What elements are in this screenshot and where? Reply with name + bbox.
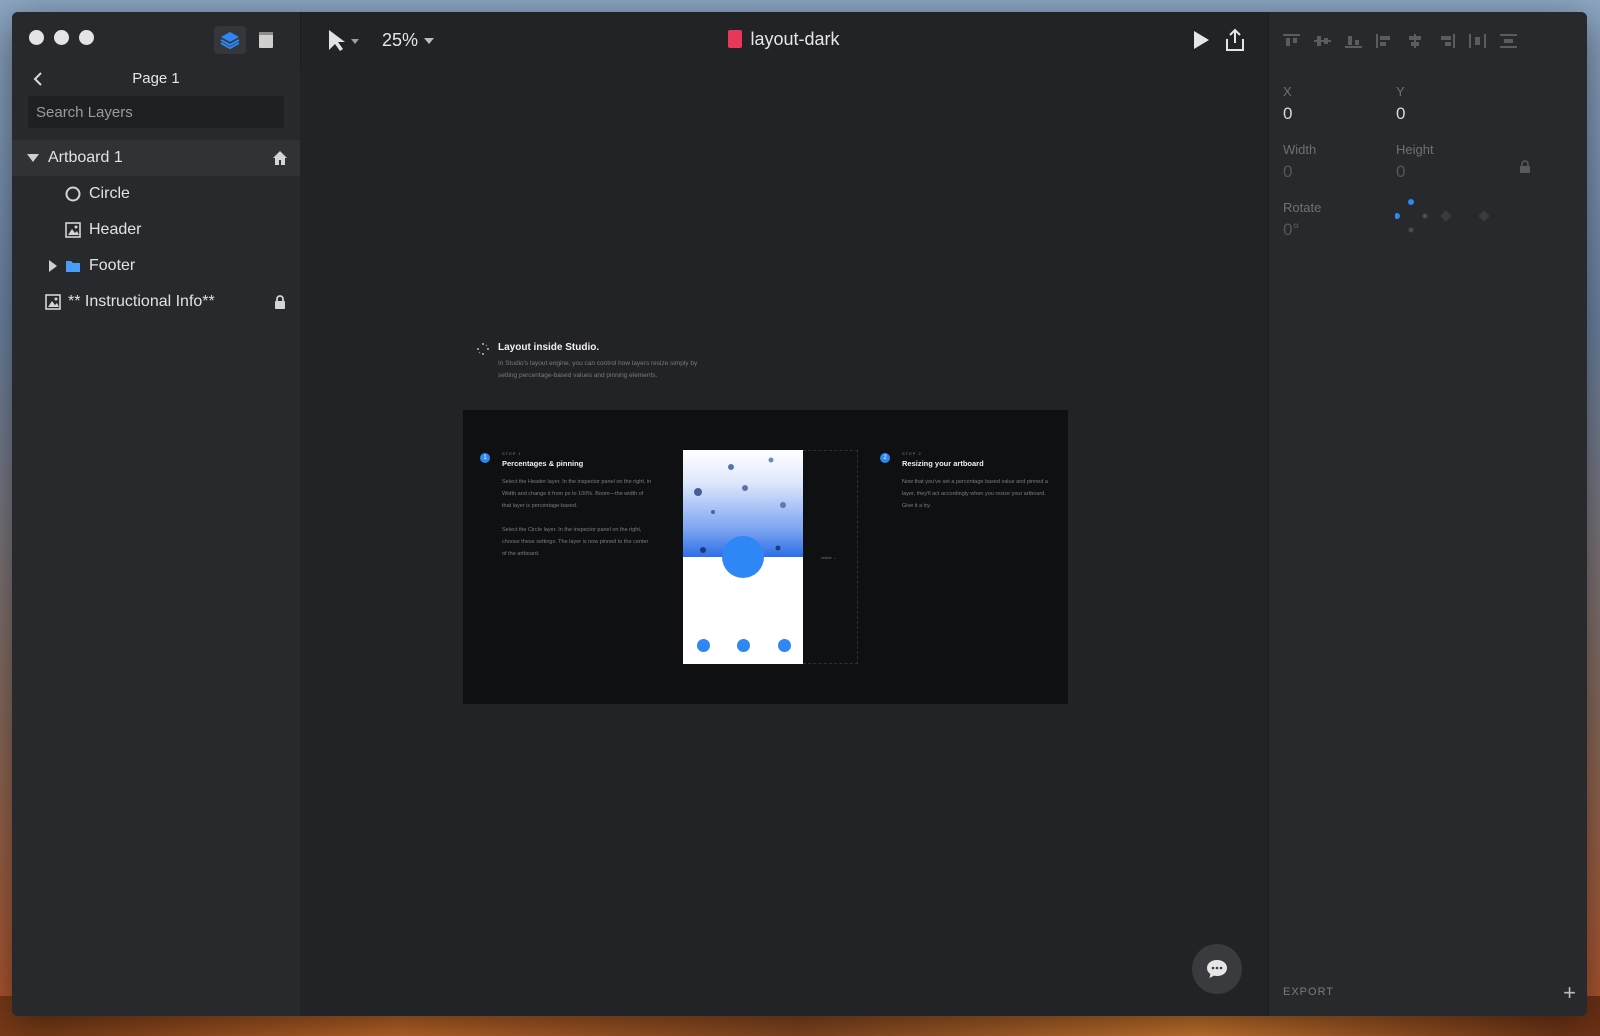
step-body: Select the Header layer. In the inspecto… [502, 479, 652, 509]
layer-footer[interactable]: Footer [12, 248, 300, 284]
chat-icon [1207, 960, 1227, 978]
lock-icon[interactable] [272, 294, 288, 310]
align-middle-icon[interactable] [1314, 34, 1331, 48]
footer-dot [778, 639, 791, 652]
share-icon[interactable] [1224, 28, 1246, 52]
document-title-text: layout-dark [750, 29, 840, 49]
layers-icon [220, 32, 240, 49]
layer-list: Artboard 1 Circle Header Footer ** Instr… [12, 140, 300, 320]
inspector-panel: X 0 Y 0 Width 0 Height 0 Rotate 0° EXPOR… [1268, 12, 1587, 1016]
circle-icon [65, 186, 81, 202]
panel-tabs [214, 26, 282, 54]
layer-circle[interactable]: Circle [12, 176, 300, 212]
artboard-preview [683, 450, 803, 664]
page-title: Page 1 [132, 70, 180, 87]
y-field[interactable]: 0 [1396, 104, 1405, 124]
add-export-button[interactable]: + [1563, 982, 1576, 1004]
layers-panel: Page 1 Artboard 1 Circle [12, 12, 301, 1016]
document-icon [728, 30, 743, 48]
align-center-icon[interactable] [1407, 34, 1424, 48]
height-field[interactable]: 0 [1396, 162, 1405, 182]
image-icon [45, 294, 61, 310]
resize-guide: resize → [803, 450, 858, 664]
triangle-down-icon[interactable] [27, 154, 39, 162]
layer-instructional-info[interactable]: ** Instructional Info** [12, 284, 300, 320]
layer-artboard-1[interactable]: Artboard 1 [12, 140, 300, 176]
search-layers-input[interactable] [28, 96, 284, 128]
layer-label: Circle [89, 185, 130, 202]
image-icon [65, 222, 81, 238]
folder-icon [66, 261, 80, 272]
step-kicker: STEP 2 [902, 451, 922, 456]
artboard[interactable]: 1 STEP 1 Percentages & pinning Select th… [463, 410, 1068, 704]
intro-title: Layout inside Studio. [498, 342, 600, 353]
triangle-right-icon[interactable] [49, 260, 57, 272]
layer-label: Footer [89, 257, 136, 274]
rotate-label: Rotate [1283, 200, 1322, 215]
pinning-control[interactable] [1395, 198, 1495, 238]
footer-dot [737, 639, 750, 652]
circle-shape [722, 536, 764, 578]
layer-header[interactable]: Header [12, 212, 300, 248]
align-right-icon[interactable] [1438, 34, 1455, 48]
resize-label: resize → [821, 555, 837, 560]
align-bottom-icon[interactable] [1345, 34, 1362, 48]
spinner-icon [477, 343, 489, 355]
x-field[interactable]: 0 [1283, 104, 1292, 124]
step-body: Select the Circle layer. In the inspecto… [502, 527, 649, 557]
step-body: Now that you've set a percentage based v… [902, 479, 1048, 509]
width-field[interactable]: 0 [1283, 162, 1292, 182]
rotate-field[interactable]: 0° [1283, 220, 1299, 240]
footer-dot [697, 639, 710, 652]
layer-label: Header [89, 221, 142, 238]
intro-body: In Studio's layout engine, you can contr… [498, 360, 698, 379]
step-kicker: STEP 1 [502, 451, 522, 456]
document-title: layout-dark [300, 29, 1268, 50]
y-label: Y [1396, 84, 1405, 99]
toolbar: 25% layout-dark [300, 12, 1268, 68]
align-left-icon[interactable] [1376, 34, 1393, 48]
tab-document[interactable] [250, 26, 282, 54]
step-title: Percentages & pinning [502, 459, 584, 468]
height-label: Height [1396, 142, 1434, 157]
home-icon[interactable] [272, 150, 288, 166]
tab-layers[interactable] [214, 26, 246, 54]
step-number: 1 [480, 453, 490, 463]
distribute-horizontal-icon[interactable] [1469, 34, 1486, 48]
align-top-icon[interactable] [1283, 34, 1300, 48]
x-label: X [1283, 84, 1292, 99]
app-window: Page 1 Artboard 1 Circle [12, 12, 1587, 1016]
canvas[interactable]: Layout inside Studio. In Studio's layout… [300, 68, 1268, 1016]
maximize-window-button[interactable] [79, 30, 94, 45]
distribute-vertical-icon[interactable] [1500, 34, 1517, 48]
step-number: 2 [880, 453, 890, 463]
page-header: Page 1 [12, 66, 300, 92]
minimize-window-button[interactable] [54, 30, 69, 45]
step-title: Resizing your artboard [902, 459, 984, 468]
layer-label: ** Instructional Info** [68, 293, 215, 310]
close-window-button[interactable] [29, 30, 44, 45]
document-icon [259, 32, 273, 48]
window-controls [29, 30, 94, 45]
lock-ratio-icon[interactable] [1519, 160, 1531, 174]
export-label: EXPORT [1283, 986, 1335, 998]
layer-label: Artboard 1 [48, 149, 123, 166]
chat-button[interactable] [1192, 944, 1242, 994]
play-icon[interactable] [1192, 30, 1210, 50]
alignment-toolbar [1283, 34, 1517, 48]
width-label: Width [1283, 142, 1317, 157]
